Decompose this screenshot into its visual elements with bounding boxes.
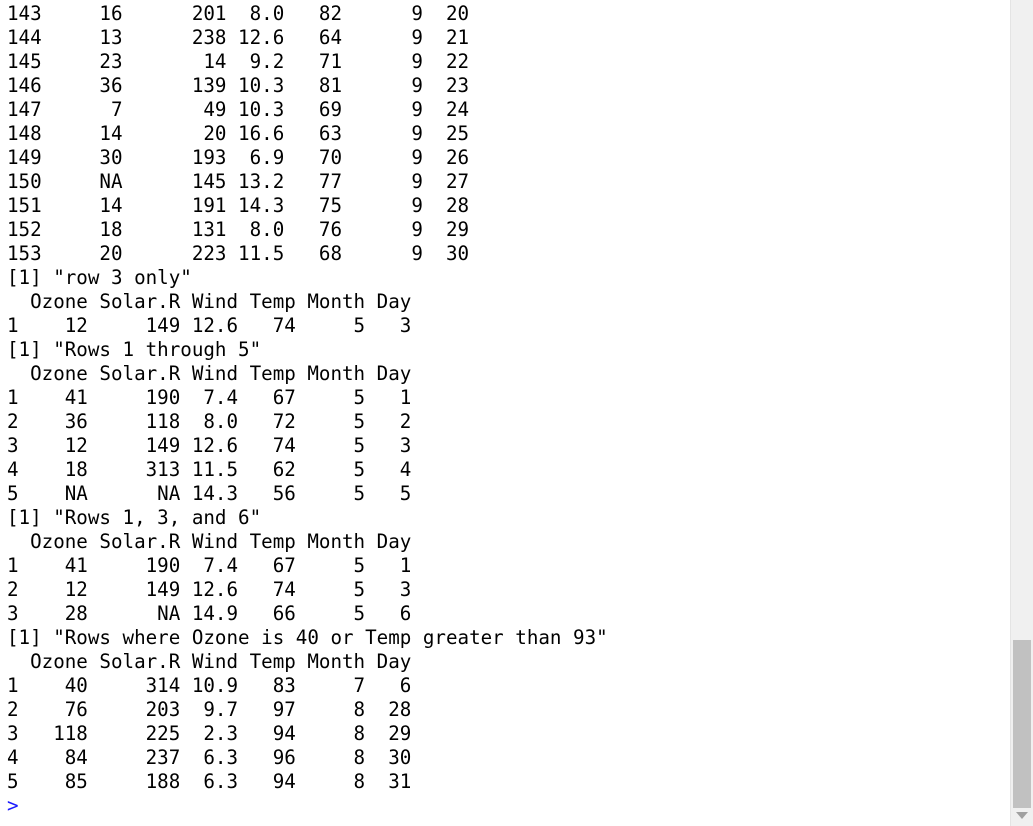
console-prompt[interactable]: > bbox=[7, 794, 19, 818]
console-line: 1 41 190 7.4 67 5 1 bbox=[7, 554, 412, 577]
console-line: 146 36 139 10.3 81 9 23 bbox=[7, 74, 470, 97]
console-line: 2 76 203 9.7 97 8 28 bbox=[7, 698, 412, 721]
console-line: 1 12 149 12.6 74 5 3 bbox=[7, 314, 412, 337]
vertical-scrollbar[interactable] bbox=[1010, 0, 1033, 826]
console-line: 145 23 14 9.2 71 9 22 bbox=[7, 50, 470, 73]
console-line: [1] "Rows where Ozone is 40 or Temp grea… bbox=[7, 626, 608, 649]
console-line: 1 41 190 7.4 67 5 1 bbox=[7, 386, 412, 409]
console-line: 151 14 191 14.3 75 9 28 bbox=[7, 194, 470, 217]
console-line: [1] "Rows 1 through 5" bbox=[7, 338, 262, 361]
console-line: 5 85 188 6.3 94 8 31 bbox=[7, 770, 412, 793]
scrollbar-thumb[interactable] bbox=[1013, 640, 1031, 808]
console-line: [1] "Rows 1, 3, and 6" bbox=[7, 506, 262, 529]
console-line: 143 16 201 8.0 82 9 20 bbox=[7, 2, 470, 25]
console-line: Ozone Solar.R Wind Temp Month Day bbox=[7, 530, 412, 553]
console-line: Ozone Solar.R Wind Temp Month Day bbox=[7, 362, 412, 385]
console-line: [1] "row 3 only" bbox=[7, 266, 192, 289]
console-line: 147 7 49 10.3 69 9 24 bbox=[7, 98, 470, 121]
r-console-output[interactable]: 143 16 201 8.0 82 9 20 144 13 238 12.6 6… bbox=[0, 0, 1010, 826]
console-line: 3 28 NA 14.9 66 5 6 bbox=[7, 602, 412, 625]
console-line: 1 40 314 10.9 83 7 6 bbox=[7, 674, 412, 697]
console-line: 152 18 131 8.0 76 9 29 bbox=[7, 218, 470, 241]
console-line: 2 12 149 12.6 74 5 3 bbox=[7, 578, 412, 601]
console-line: 149 30 193 6.9 70 9 26 bbox=[7, 146, 470, 169]
console-line: 3 118 225 2.3 94 8 29 bbox=[7, 722, 412, 745]
console-line: 3 12 149 12.6 74 5 3 bbox=[7, 434, 412, 457]
console-line: 4 84 237 6.3 96 8 30 bbox=[7, 746, 412, 769]
console-line: 5 NA NA 14.3 56 5 5 bbox=[7, 482, 412, 505]
console-line: Ozone Solar.R Wind Temp Month Day bbox=[7, 650, 412, 673]
scroll-down-arrow-icon[interactable] bbox=[1016, 812, 1028, 819]
console-line: 153 20 223 11.5 68 9 30 bbox=[7, 242, 470, 265]
console-line: 4 18 313 11.5 62 5 4 bbox=[7, 458, 412, 481]
console-line: 144 13 238 12.6 64 9 21 bbox=[7, 26, 470, 49]
console-line: Ozone Solar.R Wind Temp Month Day bbox=[7, 290, 412, 313]
console-line: 2 36 118 8.0 72 5 2 bbox=[7, 410, 412, 433]
console-line: 148 14 20 16.6 63 9 25 bbox=[7, 122, 470, 145]
console-line: 150 NA 145 13.2 77 9 27 bbox=[7, 170, 470, 193]
